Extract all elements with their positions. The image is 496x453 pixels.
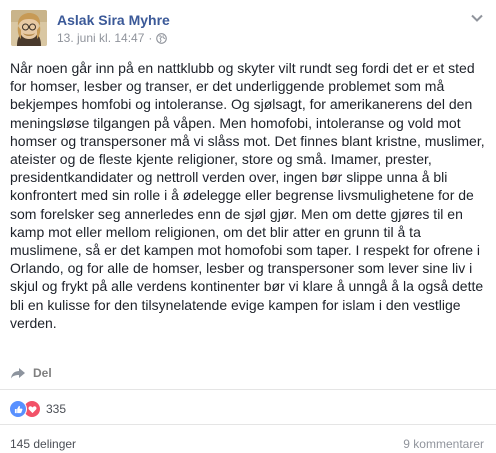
globe-icon[interactable] [156,33,168,44]
like-icon [9,400,27,418]
share-label: Del [33,366,52,380]
divider [0,389,496,390]
avatar[interactable] [11,10,47,46]
chevron-down-icon[interactable] [470,10,484,22]
shares-count[interactable]: 145 delinger [10,437,76,451]
author-name[interactable]: Aslak Sira Myhre [57,12,170,28]
post-footer: 145 delinger 9 kommentarer [10,437,484,451]
post-meta: 13. juni kl. 14:47 · [57,31,168,45]
share-button[interactable]: Del [10,366,52,380]
post-timestamp[interactable]: 13. juni kl. 14:47 [57,31,144,45]
meta-separator: · [148,31,153,45]
post-body: Når noen går inn på en nattklubb og skyt… [10,60,485,331]
facebook-post: Aslak Sira Myhre 13. juni kl. 14:47 · Nå… [0,0,496,453]
comments-count[interactable]: 9 kommentarer [403,437,484,451]
reactions-summary[interactable]: 335 [9,400,66,418]
reaction-count: 335 [46,402,67,416]
share-arrow-icon [11,368,25,379]
divider [0,424,496,425]
avatar-photo [11,10,47,46]
